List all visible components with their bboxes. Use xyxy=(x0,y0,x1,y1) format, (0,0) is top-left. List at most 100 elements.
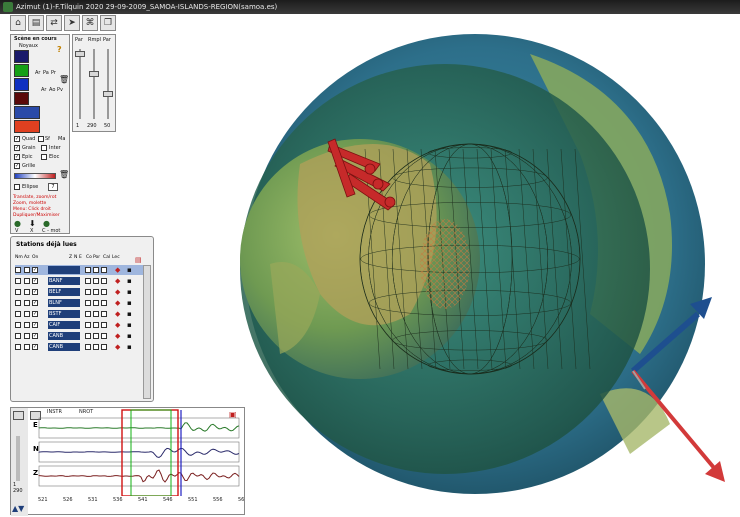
station-checkbox[interactable]: ✓ xyxy=(32,322,38,328)
delete-icon[interactable]: ▤ xyxy=(135,256,142,264)
station-checkbox[interactable] xyxy=(15,311,21,317)
station-checkbox[interactable]: ✓ xyxy=(32,267,38,273)
station-checkbox[interactable] xyxy=(24,289,30,295)
layer-swatch-events[interactable] xyxy=(14,120,40,133)
stations-scrollbar[interactable] xyxy=(143,265,151,399)
network-icon[interactable]: ⌘ xyxy=(82,15,98,31)
component-checkbox[interactable] xyxy=(85,344,91,350)
component-checkbox[interactable] xyxy=(85,322,91,328)
station-checkbox[interactable]: ✓ xyxy=(32,344,38,350)
component-checkbox[interactable] xyxy=(101,344,107,350)
station-row[interactable]: ✓ CANB ◆ ▪ xyxy=(15,331,147,341)
checkbox-grain[interactable]: ✓ xyxy=(14,145,20,151)
ellipse-value-field[interactable]: 7 xyxy=(48,183,58,191)
layer-swatch-crust[interactable] xyxy=(14,78,29,91)
station-checkbox[interactable]: ✓ xyxy=(32,278,38,284)
stack-icon[interactable]: ❐ xyxy=(100,15,116,31)
arrow-down-icon[interactable]: ⬇ xyxy=(29,219,36,228)
component-checkbox[interactable] xyxy=(85,289,91,295)
home-icon[interactable]: ⌂ xyxy=(10,15,26,31)
checkbox-grille[interactable]: ✓ xyxy=(14,163,20,169)
trash-icon[interactable]: 🗑 xyxy=(59,75,69,84)
layer-swatch-mantle[interactable] xyxy=(14,64,29,77)
slider-thumb[interactable] xyxy=(103,91,113,97)
trash-icon[interactable]: ▪ xyxy=(127,343,132,351)
component-checkbox[interactable] xyxy=(101,322,107,328)
trash-icon[interactable]: ▪ xyxy=(127,321,132,329)
station-row[interactable]: ✓ ◆ ▪ xyxy=(15,265,147,275)
station-checkbox[interactable] xyxy=(24,278,30,284)
station-checkbox[interactable] xyxy=(15,289,21,295)
globe-canvas[interactable] xyxy=(230,14,740,515)
waveform-icon[interactable]: ◆ xyxy=(115,321,120,329)
color-scale-bar[interactable] xyxy=(14,173,56,179)
slider-scale-1[interactable] xyxy=(74,47,86,122)
layer-swatch-core[interactable] xyxy=(14,50,29,63)
station-row[interactable]: ✓ CAIF ◆ ▪ xyxy=(15,320,147,330)
waveform-icon[interactable]: ◆ xyxy=(115,266,120,274)
component-checkbox[interactable] xyxy=(93,300,99,306)
waveform-icon[interactable]: ◆ xyxy=(115,299,120,307)
component-checkbox[interactable] xyxy=(93,278,99,284)
station-checkbox[interactable]: ✓ xyxy=(32,300,38,306)
checkbox-ellipse[interactable] xyxy=(14,184,20,190)
component-checkbox[interactable] xyxy=(93,322,99,328)
checkbox-quad[interactable]: ✓ xyxy=(14,136,20,142)
station-checkbox[interactable] xyxy=(15,333,21,339)
component-checkbox[interactable] xyxy=(101,311,107,317)
station-checkbox[interactable] xyxy=(24,300,30,306)
component-checkbox[interactable] xyxy=(93,333,99,339)
waveform-icon[interactable]: ◆ xyxy=(115,332,120,340)
station-checkbox[interactable] xyxy=(15,267,21,273)
seismogram-traces[interactable] xyxy=(29,408,245,496)
slider-scale-2[interactable] xyxy=(88,47,100,122)
component-checkbox[interactable] xyxy=(85,300,91,306)
station-checkbox[interactable] xyxy=(15,300,21,306)
component-checkbox[interactable] xyxy=(85,267,91,273)
station-checkbox[interactable] xyxy=(24,311,30,317)
station-row[interactable]: ✓ BANF ◆ ▪ xyxy=(15,276,147,286)
component-checkbox[interactable] xyxy=(85,333,91,339)
checkbox-epic[interactable]: ✓ xyxy=(14,154,20,160)
slider-thumb[interactable] xyxy=(75,51,85,57)
help-button[interactable]: ? xyxy=(57,45,62,54)
component-checkbox[interactable] xyxy=(101,333,107,339)
trash-icon[interactable]: 🗑 xyxy=(59,170,69,179)
waveform-icon[interactable]: ◆ xyxy=(115,288,120,296)
waveform-icon[interactable]: ◆ xyxy=(115,277,120,285)
globe-icon[interactable]: ● xyxy=(14,219,21,228)
component-checkbox[interactable] xyxy=(93,267,99,273)
arrow-icon[interactable]: ➤ xyxy=(64,15,80,31)
slider-scale-3[interactable] xyxy=(102,47,114,122)
station-checkbox[interactable] xyxy=(24,344,30,350)
checkbox-eloc[interactable] xyxy=(41,154,47,160)
component-checkbox[interactable] xyxy=(101,300,107,306)
trash-icon[interactable]: ▪ xyxy=(127,266,132,274)
swap-icon[interactable]: ⇄ xyxy=(46,15,62,31)
component-checkbox[interactable] xyxy=(101,289,107,295)
station-checkbox[interactable]: ✓ xyxy=(32,289,38,295)
station-checkbox[interactable]: ✓ xyxy=(32,333,38,339)
station-checkbox[interactable] xyxy=(15,322,21,328)
layer-swatch-slab[interactable] xyxy=(14,92,29,105)
checkbox-inter[interactable] xyxy=(41,145,47,151)
layer-swatch-surface[interactable] xyxy=(14,106,40,119)
waveform-icon[interactable]: ◆ xyxy=(115,310,120,318)
seismogram-gain-slider[interactable] xyxy=(16,436,20,481)
component-checkbox[interactable] xyxy=(101,267,107,273)
waveform-icon[interactable]: ◆ xyxy=(115,343,120,351)
component-checkbox[interactable] xyxy=(93,289,99,295)
globe-3d-view[interactable] xyxy=(230,14,740,515)
trash-icon[interactable]: ▪ xyxy=(127,332,132,340)
arrow-up-icon[interactable]: ▲▼ xyxy=(12,504,24,513)
component-checkbox[interactable] xyxy=(93,311,99,317)
trash-icon[interactable]: ▪ xyxy=(127,288,132,296)
slider-thumb[interactable] xyxy=(89,71,99,77)
station-row[interactable]: ✓ BLNF ◆ ▪ xyxy=(15,298,147,308)
station-checkbox[interactable] xyxy=(24,333,30,339)
station-checkbox[interactable] xyxy=(15,278,21,284)
trash-icon[interactable]: ▪ xyxy=(127,299,132,307)
trash-icon[interactable]: ▪ xyxy=(127,277,132,285)
station-row[interactable]: ✓ BELF ◆ ▪ xyxy=(15,287,147,297)
component-checkbox[interactable] xyxy=(85,278,91,284)
